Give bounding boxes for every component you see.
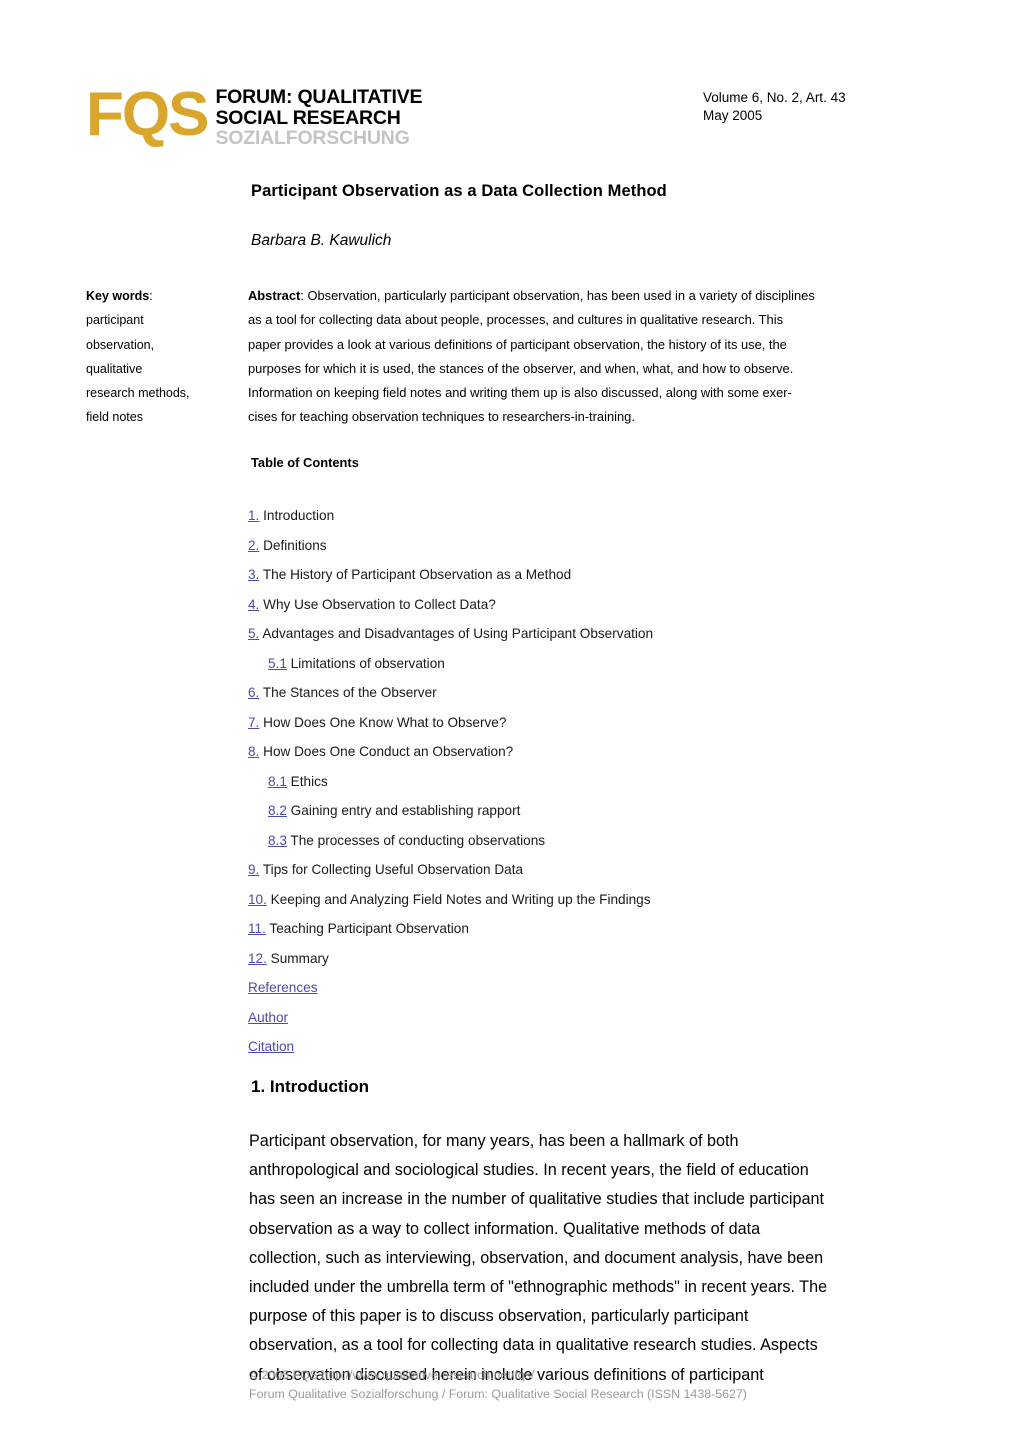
toc-item-link[interactable]: 3. (248, 567, 259, 582)
toc-item-label: How Does One Conduct an Observation? (259, 744, 514, 759)
toc-item-citation[interactable]: Citation (248, 1032, 938, 1062)
toc-item-author[interactable]: Author (248, 1003, 938, 1033)
body-line: observation, as a tool for collecting da… (249, 1336, 818, 1355)
masthead: FQS FORUM: QUALITATIVE SOCIAL RESEARCH S… (86, 82, 936, 172)
toc-item[interactable]: 8.3 The processes of conducting observat… (248, 826, 938, 856)
abstract-block: Abstract: Observation, particularly part… (248, 284, 936, 430)
toc-item[interactable]: 6. The Stances of the Observer (248, 678, 938, 708)
body-line: collection, such as interviewing, observ… (249, 1248, 824, 1267)
toc-author-link[interactable]: Author (248, 1010, 288, 1025)
body-line: included under the umbrella term of "eth… (249, 1278, 828, 1297)
toc-item-label: Definitions (259, 537, 327, 553)
abstract-line: purposes for which it is used, the stanc… (248, 360, 794, 376)
fqs-logo-mark: FQS (86, 80, 209, 149)
toc-item-references[interactable]: References (248, 973, 938, 1003)
keywords-block: Key words: participant observation, qual… (86, 284, 236, 430)
toc-item-link[interactable]: 9. (248, 862, 259, 877)
abstract-line: cises for teaching observation technique… (248, 409, 635, 425)
toc-references-link[interactable]: References (248, 980, 318, 995)
abstract-label: Abstract (248, 288, 301, 303)
toc-item[interactable]: 8.1 Ethics (248, 767, 938, 797)
toc-item-label: Keeping and Analyzing Field Notes and Wr… (266, 891, 651, 907)
toc-item-label: Tips for Collecting Useful Observation D… (259, 862, 524, 877)
toc-item-link[interactable]: 8.2 (268, 803, 287, 818)
footer-copyright: © 2005 FQS http://www.qualitative-resear… (249, 1368, 535, 1382)
abstract-line: as a tool for collecting data about peop… (248, 312, 784, 328)
page-footer: © 2005 FQS http://www.qualitative-resear… (249, 1366, 747, 1404)
toc-item-link[interactable]: 5. (248, 626, 259, 641)
abstract-line: Abstract: Observation, particularly part… (248, 284, 936, 308)
toc-item-link[interactable]: 7. (248, 715, 259, 730)
toc-item-link[interactable]: 10. (248, 892, 267, 907)
fqs-logo-line-3: SOZIALFORSCHUNG (215, 127, 410, 149)
toc-item-link[interactable]: 8.1 (268, 774, 287, 789)
toc-item-label: Advantages and Disadvantages of Using Pa… (259, 626, 654, 641)
issue-date: May 2005 (703, 108, 763, 123)
toc-item-link[interactable]: 4. (248, 597, 259, 612)
keyword-item: research methods, (86, 386, 190, 401)
toc-item[interactable]: 8.2 Gaining entry and establishing rappo… (248, 796, 938, 826)
toc-item-label: Teaching Participant Observation (265, 921, 469, 936)
keywords-label: Key words: (86, 289, 153, 303)
document-page: FQS FORUM: QUALITATIVE SOCIAL RESEARCH S… (0, 0, 1020, 1443)
toc-item-link[interactable]: 8. (248, 744, 259, 759)
abstract-line: paper provides a look at various definit… (248, 336, 787, 352)
body-line: observation as a way to collect informat… (249, 1219, 761, 1238)
toc-item-link[interactable]: 11. (248, 921, 266, 936)
toc-item-link[interactable]: 2. (248, 538, 259, 553)
toc-item-label: Why Use Observation to Collect Data? (259, 596, 496, 612)
keyword-item: qualitative (86, 361, 143, 376)
issue-volume: Volume 6, No. 2, Art. 43 (703, 90, 846, 105)
issue-info: Volume 6, No. 2, Art. 43 May 2005 (703, 89, 846, 125)
toc-heading: Table of Contents (251, 455, 359, 470)
toc-item[interactable]: 9. Tips for Collecting Useful Observatio… (248, 855, 938, 885)
toc-item-label: Ethics (286, 773, 328, 789)
toc-item[interactable]: 11. Teaching Participant Observation (248, 914, 938, 944)
toc-item[interactable]: 5. Advantages and Disadvantages of Using… (248, 619, 938, 649)
footer-journal-issn: Forum Qualitative Sozialforschung / Foru… (249, 1387, 747, 1401)
body-line: has seen an increase in the number of qu… (249, 1190, 825, 1209)
fqs-logo-wordmark: FORUM: QUALITATIVE SOCIAL RESEARCH SOZIA… (215, 87, 422, 149)
fqs-logo-line-2: SOCIAL RESEARCH (215, 106, 401, 129)
toc-item[interactable]: 4. Why Use Observation to Collect Data? (248, 590, 938, 620)
toc-item-link[interactable]: 5.1 (268, 656, 287, 671)
toc-citation-link[interactable]: Citation (248, 1039, 294, 1054)
toc-item[interactable]: 8. How Does One Conduct an Observation? (248, 737, 938, 767)
abstract-text: : Observation, particularly participant … (300, 288, 815, 303)
toc-item[interactable]: 5.1 Limitations of observation (248, 649, 938, 679)
page-title: Participant Observation as a Data Collec… (251, 182, 667, 200)
toc-item[interactable]: 3. The History of Participant Observatio… (248, 560, 938, 590)
toc-item-link[interactable]: 12. (248, 951, 267, 966)
toc-item-label: Introduction (259, 508, 335, 523)
toc-list: 1. Introduction 2. Definitions 3. The Hi… (248, 501, 938, 1062)
keyword-item: field notes (86, 410, 143, 425)
fqs-logo: FQS FORUM: QUALITATIVE SOCIAL RESEARCH S… (86, 80, 423, 149)
toc-item-label: The Stances of the Observer (259, 685, 437, 700)
toc-item-label: The History of Participant Observation a… (259, 567, 572, 582)
body-line: purpose of this paper is to discuss obse… (249, 1307, 749, 1326)
toc-item-label: The processes of conducting observations (286, 832, 546, 848)
toc-item[interactable]: 10. Keeping and Analyzing Field Notes an… (248, 885, 938, 915)
keyword-item: observation, (86, 337, 155, 352)
abstract-line: Information on keeping field notes and w… (248, 385, 792, 401)
author-name: Barbara B. Kawulich (251, 232, 392, 249)
body-line: anthropological and sociological studies… (249, 1161, 809, 1180)
toc-item-label: Gaining entry and establishing rapport (286, 803, 521, 818)
toc-item[interactable]: 12. Summary (248, 944, 938, 974)
toc-item-link[interactable]: 8.3 (268, 833, 287, 848)
toc-item-label: Limitations of observation (286, 655, 445, 671)
toc-item[interactable]: 7. How Does One Know What to Observe? (248, 708, 938, 738)
section-heading-introduction: 1. Introduction (251, 1077, 370, 1096)
toc-item[interactable]: 1. Introduction (248, 501, 938, 531)
toc-item-label: Summary (266, 950, 329, 966)
fqs-logo-line-1: FORUM: QUALITATIVE (215, 86, 423, 108)
toc-item[interactable]: 2. Definitions (248, 531, 938, 561)
section-body-introduction: Participant observation, for many years,… (249, 1127, 949, 1390)
toc-item-label: How Does One Know What to Observe? (259, 714, 507, 730)
toc-item-link[interactable]: 1. (248, 508, 259, 523)
body-line: Participant observation, for many years,… (249, 1132, 739, 1150)
toc-item-link[interactable]: 6. (248, 685, 259, 700)
keyword-item: participant (86, 313, 144, 328)
